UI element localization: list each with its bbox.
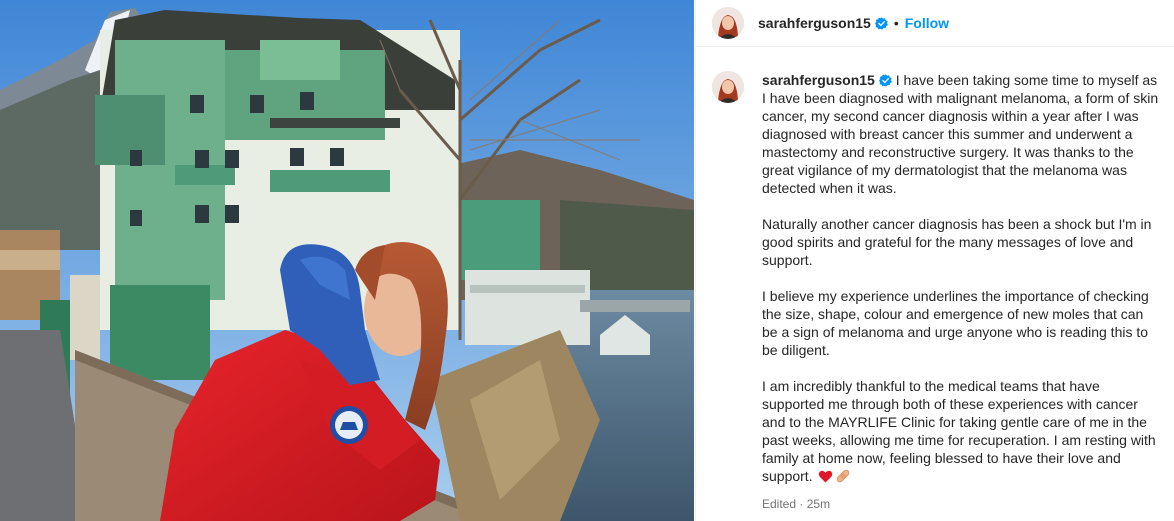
caption-paragraph-4: I am incredibly thankful to the medical …: [762, 377, 1162, 485]
post-header: sarahferguson15 • Follow: [696, 0, 1174, 47]
bandage-icon: [837, 469, 850, 483]
caption-paragraph-1: I have been taking some time to myself a…: [762, 72, 1159, 196]
red-heart-icon: [819, 470, 833, 483]
post-timestamp[interactable]: 25m: [807, 497, 830, 511]
avatar[interactable]: [712, 7, 744, 39]
caption-username[interactable]: sarahferguson15: [762, 72, 875, 88]
post-image: [0, 0, 694, 521]
header-username[interactable]: sarahferguson15: [758, 15, 871, 31]
edited-label: Edited: [762, 497, 797, 511]
caption-paragraph: sarahferguson15 I have been taking some …: [762, 71, 1162, 197]
post-photo[interactable]: [0, 0, 694, 521]
caption-paragraph-2: Naturally another cancer diagnosis has b…: [762, 216, 1152, 268]
header-separator: •: [893, 15, 899, 31]
caption-paragraph-3: I believe my experience underlines the i…: [762, 288, 1149, 358]
post-caption: sarahferguson15 I have been taking some …: [712, 71, 1162, 511]
caption-text: sarahferguson15 I have been taking some …: [762, 71, 1162, 511]
meta-separator: ·: [799, 497, 804, 511]
post-meta: Edited · 25m: [762, 497, 1162, 511]
avatar-image: [712, 7, 744, 39]
avatar-image: [712, 71, 744, 103]
caption-avatar[interactable]: [712, 71, 744, 103]
follow-button[interactable]: Follow: [905, 15, 949, 31]
verified-badge-icon: [874, 16, 888, 30]
post-sidebar: sarahferguson15 • Follow sarahferguson15…: [695, 0, 1174, 521]
verified-badge-icon: [878, 74, 892, 87]
